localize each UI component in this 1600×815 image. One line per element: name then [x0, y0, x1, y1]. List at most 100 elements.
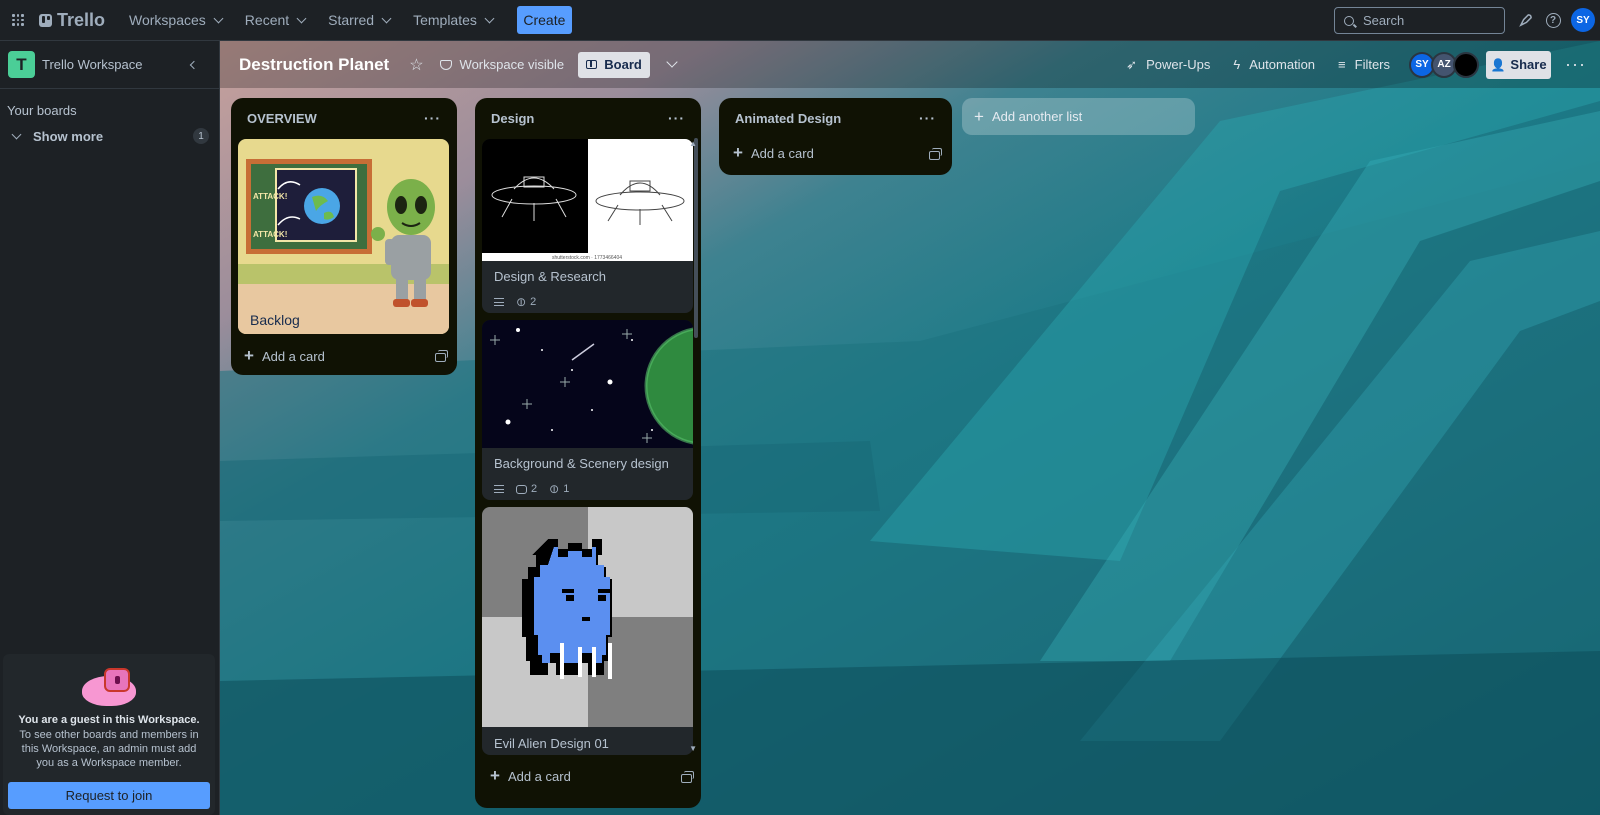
board-header: Destruction Planet ☆ Workspace visible B… [220, 41, 1600, 88]
workspace-sidebar: T Trello Workspace Your boards Show more… [0, 41, 220, 815]
list-menu-icon[interactable]: ··· [424, 110, 441, 126]
nav-starred[interactable]: Starred [318, 4, 400, 36]
visibility-button[interactable]: Workspace visible [439, 57, 565, 72]
attachments-count: 2 [530, 296, 537, 308]
share-label: Share [1510, 57, 1547, 72]
paperclip-icon: ⊘ [545, 480, 563, 498]
nav-workspaces[interactable]: Workspaces [119, 4, 232, 36]
lightning-icon: ϟ [1233, 57, 1241, 72]
card-title: Background & Scenery design [494, 456, 669, 471]
list-title[interactable]: OVERVIEW [247, 111, 317, 126]
nav-templates[interactable]: Templates [403, 4, 503, 36]
rocket-icon: ➶ [1126, 56, 1138, 72]
card-title: Design & Research [494, 269, 606, 284]
add-list-label: Add another list [991, 109, 1083, 124]
search-placeholder: Search [1363, 13, 1405, 28]
board-title[interactable]: Destruction Planet [239, 55, 389, 75]
add-another-list-button[interactable]: + Add another list [962, 98, 1195, 135]
top-navigation-bar: Trello Workspaces Recent Starred Templat… [0, 0, 1600, 41]
comments-count: 2 [531, 483, 538, 495]
list-scrollbar[interactable] [694, 138, 698, 338]
collapse-sidebar-icon[interactable] [189, 60, 199, 69]
card-backlog[interactable]: ATTACK! ATTACK! Backlog [238, 139, 449, 334]
card-template-icon[interactable] [929, 148, 942, 160]
scroll-down-icon[interactable]: ▼ [689, 744, 697, 753]
workspace-header: T Trello Workspace [0, 41, 219, 89]
card-background-scenery[interactable]: Background & Scenery design 2 ⊘ 1 [482, 320, 693, 500]
share-button[interactable]: 👤 Share [1486, 50, 1552, 79]
star-icon[interactable]: ☆ [409, 55, 423, 75]
trello-logo[interactable]: Trello [39, 10, 105, 31]
add-card-label: Add a card [750, 145, 814, 161]
nav-starred-label: Starred [328, 12, 375, 28]
nav-templates-label: Templates [413, 12, 477, 28]
plus-icon: + [244, 346, 254, 365]
card-template-icon[interactable] [681, 771, 694, 783]
list-header[interactable]: Animated Design ··· [719, 98, 952, 138]
topbar-actions: ? SY [1513, 8, 1595, 32]
card-evil-alien[interactable]: Evil Alien Design 01 [482, 507, 693, 755]
chevron-down-icon [381, 13, 392, 23]
attachments-badge: ⊘ 2 [513, 293, 537, 310]
nav-recent[interactable]: Recent [235, 4, 315, 36]
list-menu-icon[interactable]: ··· [668, 110, 685, 126]
automation-button[interactable]: ϟ Automation [1233, 57, 1315, 72]
create-button[interactable]: Create [516, 6, 572, 34]
card-title: Backlog [250, 312, 300, 328]
add-card-label: Add a card [507, 768, 571, 784]
board-view-icon [586, 60, 598, 69]
more-menu-icon[interactable]: ··· [1565, 54, 1586, 75]
chevron-down-icon [296, 13, 307, 23]
guest-lock-illustration [80, 666, 138, 706]
plus-icon: + [974, 106, 984, 126]
list-header[interactable]: Design ··· [475, 98, 701, 138]
request-to-join-button[interactable]: Request to join [8, 782, 210, 809]
card-template-icon[interactable] [435, 350, 448, 362]
attachments-count: 1 [563, 483, 570, 495]
chevron-down-icon [484, 13, 495, 23]
chevron-down-icon[interactable] [666, 56, 678, 68]
show-more-toggle[interactable]: Show more 1 [11, 128, 219, 144]
description-icon [494, 298, 504, 306]
visibility-label: Workspace visible [459, 57, 565, 72]
chevron-down-icon [11, 129, 22, 139]
app-switcher-icon[interactable] [12, 14, 24, 26]
power-ups-button[interactable]: ➶ Power-Ups [1126, 57, 1210, 73]
guest-notice: You are a guest in this Workspace. To se… [3, 654, 215, 815]
list-design: Design ··· shutterstock.com · 1773466404… [475, 98, 701, 808]
list-menu-icon[interactable]: ··· [919, 110, 936, 126]
scroll-up-icon[interactable]: ▲ [689, 139, 697, 148]
add-card-button[interactable]: + Add a card [733, 143, 814, 163]
add-card-button[interactable]: + Add a card [244, 346, 325, 366]
list-overview: OVERVIEW ··· ATTACK! ATTACK! Backlog + A… [231, 98, 457, 375]
member-avatar[interactable] [1453, 51, 1480, 78]
filters-button[interactable]: ≡ Filters [1338, 57, 1390, 72]
board-view-label: Board [604, 57, 642, 72]
search-input[interactable]: Search [1334, 7, 1505, 34]
svg-text:ATTACK!: ATTACK! [253, 192, 287, 201]
cover-watermark: shutterstock.com · 1773466404 [552, 255, 622, 261]
list-title[interactable]: Animated Design [735, 111, 841, 126]
account-avatar[interactable]: SY [1571, 8, 1595, 32]
add-card-button[interactable]: + Add a card [490, 766, 571, 786]
show-more-label: Show more [33, 128, 104, 144]
help-icon[interactable]: ? [1541, 8, 1565, 32]
automation-label: Automation [1249, 57, 1316, 72]
whats-new-icon[interactable] [1513, 8, 1537, 32]
list-title[interactable]: Design [491, 111, 534, 126]
description-badge [494, 298, 504, 306]
card-badges: 2 ⊘ 1 [482, 480, 593, 498]
filters-label: Filters [1354, 57, 1391, 72]
card-design-research[interactable]: shutterstock.com · 1773466404 Design & R… [482, 139, 693, 313]
nav-workspaces-label: Workspaces [129, 12, 206, 28]
board-view-button[interactable]: Board [578, 51, 651, 78]
guest-title: You are a guest in this Workspace. [18, 714, 200, 726]
description-badge [494, 485, 504, 493]
trello-logo-icon [39, 13, 52, 27]
guest-text: To see other boards and members in this … [19, 729, 199, 769]
plus-icon: + [490, 766, 500, 785]
card-cover-space [482, 320, 693, 448]
list-header[interactable]: OVERVIEW ··· [231, 98, 457, 138]
workspace-name[interactable]: Trello Workspace [42, 57, 142, 72]
add-card-label: Add a card [261, 348, 325, 364]
